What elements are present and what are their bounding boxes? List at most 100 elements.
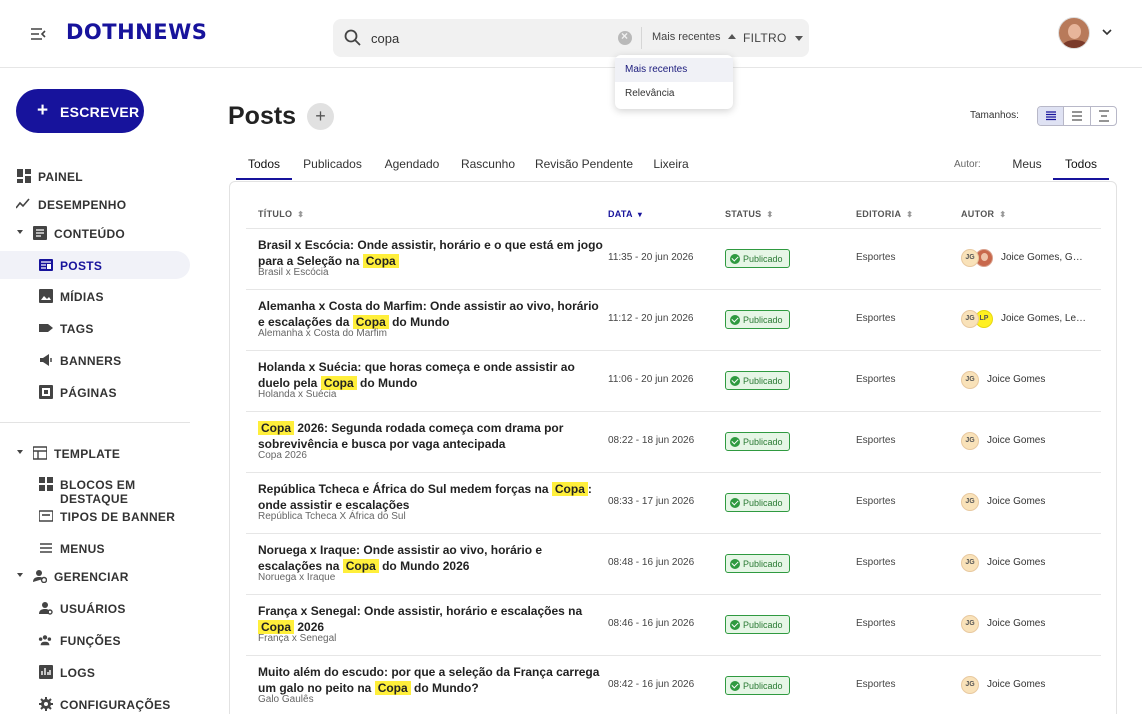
sidebar-item-configuracoes[interactable]: CONFIGURAÇÕES (0, 690, 190, 714)
tab-publicados[interactable]: Publicados (300, 148, 365, 180)
plus-icon: + (37, 100, 49, 121)
sidebar-item-label: DESEMPENHO (38, 198, 127, 212)
sidebar-item-logs[interactable]: LOGS (0, 658, 190, 686)
user-avatar[interactable] (1058, 17, 1090, 49)
size-large-button[interactable] (1091, 107, 1116, 125)
table-row[interactable]: Noruega x Iraque: Onde assistir ao vivo,… (246, 534, 1101, 595)
column-header-status[interactable]: STATUS ⬍ (725, 209, 773, 219)
app-logo[interactable]: DOTHNEWS (66, 20, 207, 44)
post-title[interactable]: Holanda x Suécia: que horas começa e ond… (258, 359, 603, 391)
search-highlight: Copa (352, 315, 389, 329)
blocks-icon (39, 477, 53, 491)
sort-arrows-icon: ⬍ (766, 210, 774, 219)
author-name: Joice Gomes, G… (1001, 252, 1083, 263)
sidebar-item-tags[interactable]: TAGS (0, 314, 190, 342)
post-title-text: Brasil x Escócia: Onde assistir, horário… (258, 238, 603, 268)
main-content: Posts + Tamanhos: Todos Publicados Agend… (206, 68, 1142, 714)
post-subtitle: França x Senegal (258, 633, 337, 644)
tab-todos[interactable]: Todos (236, 148, 292, 180)
sidebar-item-banners[interactable]: BANNERS (0, 346, 190, 374)
search-highlight: Copa (342, 559, 379, 573)
column-header-titulo[interactable]: TÍTULO ⬍ (258, 209, 304, 219)
tab-author-meus[interactable]: Meus (1002, 148, 1052, 180)
search-input[interactable] (371, 28, 611, 48)
table-row[interactable]: Holanda x Suécia: que horas começa e ond… (246, 351, 1101, 412)
sidebar-item-funcoes[interactable]: FUNÇÕES (0, 626, 190, 654)
sidebar-item-paginas[interactable]: PÁGINAS (0, 378, 190, 406)
roles-icon (38, 635, 52, 646)
column-header-editoria[interactable]: EDITORIA ⬍ (856, 209, 913, 219)
sidebar-item-conteudo[interactable]: CONTEÚDO (0, 219, 190, 247)
sidebar-item-desempenho[interactable]: DESEMPENHO (0, 190, 190, 218)
sort-arrows-icon: ⬍ (999, 210, 1007, 219)
sidebar-item-blocos[interactable]: BLOCOS EM DESTAQUE (0, 470, 190, 506)
expand-caret-icon[interactable] (17, 573, 23, 577)
expand-caret-icon[interactable] (17, 450, 23, 454)
sidebar-item-painel[interactable]: PAINEL (0, 162, 190, 190)
post-date: 08:33 - 17 jun 2026 (608, 496, 695, 507)
table-row[interactable]: Brasil x Escócia: Onde assistir, horário… (246, 229, 1101, 290)
column-header-autor[interactable]: AUTOR ⬍ (961, 209, 1006, 219)
sort-select[interactable]: Mais recentes (652, 31, 737, 43)
post-title[interactable]: República Tcheca e África do Sul medem f… (258, 481, 603, 513)
table-row[interactable]: Alemanha x Costa do Marfim: Onde assisti… (246, 290, 1101, 351)
post-date: 08:42 - 16 jun 2026 (608, 679, 695, 690)
post-title[interactable]: Muito além do escudo: por que a seleção … (258, 664, 603, 696)
sidebar-item-template[interactable]: TEMPLATE (0, 439, 190, 467)
table-row[interactable]: República Tcheca e África do Sul medem f… (246, 473, 1101, 534)
post-title[interactable]: França x Senegal: Onde assistir, horário… (258, 603, 603, 635)
sort-option-recent[interactable]: Mais recentes (615, 58, 733, 82)
size-compact-button[interactable] (1038, 107, 1065, 125)
sidebar-item-midias[interactable]: MÍDIAS (0, 282, 190, 310)
sidebar-item-menus[interactable]: MENUS (0, 534, 190, 562)
tab-author-todos[interactable]: Todos (1053, 148, 1109, 180)
author-name: Joice Gomes (987, 374, 1046, 385)
sidebar-item-label: GERENCIAR (54, 570, 129, 584)
sort-option-relevance[interactable]: Relevância (615, 82, 733, 106)
pages-icon (39, 385, 53, 399)
dashboard-icon (17, 169, 31, 183)
filter-button[interactable]: FILTRO (743, 31, 803, 45)
check-circle-icon (730, 254, 740, 264)
tab-revisao-pendente[interactable]: Revisão Pendente (534, 148, 634, 180)
table-row[interactable]: Copa 2026: Segunda rodada começa com dra… (246, 412, 1101, 473)
tab-agendado[interactable]: Agendado (382, 148, 442, 180)
status-badge: Publicado (725, 432, 790, 451)
sidebar-item-posts[interactable]: POSTS (0, 251, 190, 279)
chevron-down-icon[interactable] (1102, 28, 1112, 36)
post-title[interactable]: Noruega x Iraque: Onde assistir ao vivo,… (258, 542, 603, 574)
clear-search-icon[interactable] (618, 29, 632, 45)
density-compact-icon (1046, 111, 1056, 121)
sidebar-item-gerenciar[interactable]: GERENCIAR (0, 562, 190, 590)
post-title[interactable]: Alemanha x Costa do Marfim: Onde assisti… (258, 298, 603, 330)
column-label: EDITORIA (856, 209, 902, 219)
post-title[interactable]: Copa 2026: Segunda rodada começa com dra… (258, 420, 603, 452)
column-header-data[interactable]: DATA ▾ (608, 209, 642, 219)
status-badge: Publicado (725, 249, 790, 268)
density-large-icon (1098, 110, 1109, 122)
post-title[interactable]: Brasil x Escócia: Onde assistir, horário… (258, 237, 603, 269)
sidebar-item-label: TIPOS DE BANNER (60, 510, 176, 524)
sidebar-item-tipos-banner[interactable]: TIPOS DE BANNER (0, 502, 190, 530)
tab-lixeira[interactable]: Lixeira (649, 148, 693, 180)
banner-type-icon (39, 510, 53, 522)
status-label: Publicado (743, 254, 783, 264)
table-row[interactable]: França x Senegal: Onde assistir, horário… (246, 595, 1101, 656)
sidebar-item-usuarios[interactable]: USUÁRIOS (0, 594, 190, 622)
post-editoria: Esportes (856, 679, 896, 690)
check-circle-icon (730, 376, 740, 386)
search-icon (344, 29, 361, 46)
sidebar-item-label: FUNÇÕES (60, 634, 121, 648)
search-highlight: Copa (374, 681, 411, 695)
expand-caret-icon[interactable] (17, 230, 23, 234)
settings-icon (39, 697, 53, 711)
posts-table-card: TÍTULO ⬍ DATA ▾ STATUS ⬍ EDITORIA ⬍ AUTOR ⬍ B… (229, 181, 1117, 714)
menu-collapse-icon[interactable] (28, 24, 48, 44)
post-date: 08:48 - 16 jun 2026 (608, 557, 695, 568)
size-medium-button[interactable] (1064, 107, 1091, 125)
post-title-text: França x Senegal: Onde assistir, horário… (258, 604, 583, 618)
table-row[interactable]: Muito além do escudo: por que a seleção … (246, 656, 1101, 714)
add-post-button[interactable]: + (307, 103, 334, 130)
write-button[interactable]: + ESCREVER (16, 89, 144, 133)
tab-rascunho[interactable]: Rascunho (458, 148, 518, 180)
